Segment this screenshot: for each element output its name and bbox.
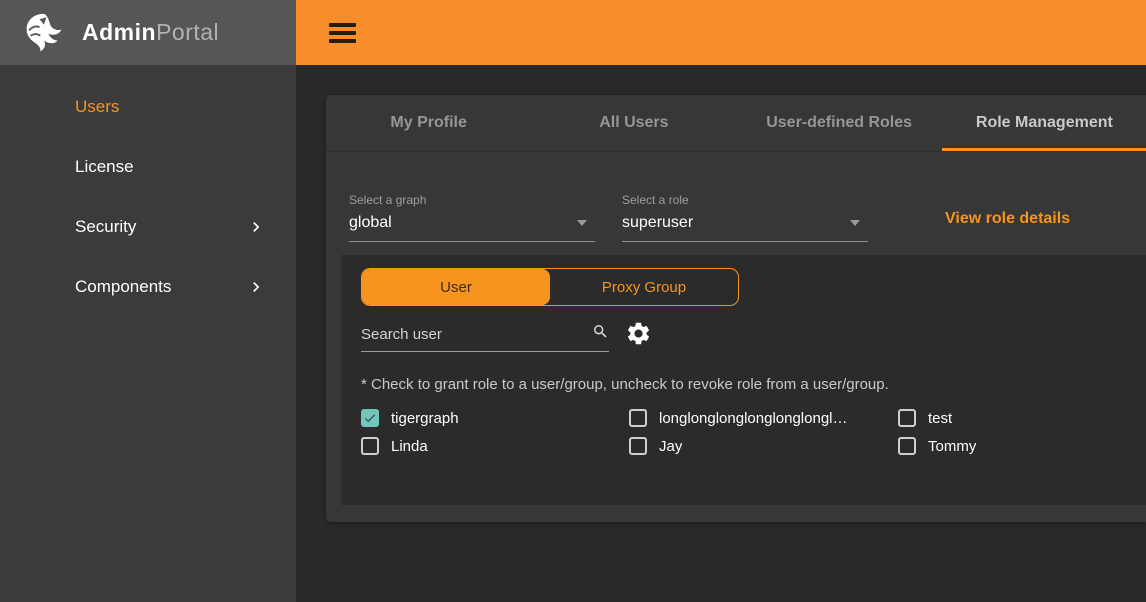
user-item-test[interactable]: test — [898, 408, 1146, 428]
graph-select-value: global — [349, 214, 392, 232]
user-item-long-name[interactable]: longlonglonglonglonglongl… — [629, 408, 898, 428]
toggle-user-label: User — [440, 279, 472, 296]
user-proxy-toggle: User Proxy Group — [361, 268, 739, 306]
user-item-label: Jay — [659, 438, 682, 455]
chevron-right-icon — [246, 217, 266, 237]
toggle-proxy-label: Proxy Group — [602, 279, 686, 296]
user-item-label: Tommy — [928, 438, 976, 455]
sidebar-item-label: Components — [75, 277, 246, 297]
user-item-tigergraph[interactable]: tigergraph — [361, 408, 629, 428]
hamburger-menu-icon[interactable] — [329, 23, 356, 43]
brand-name-light: Portal — [156, 19, 219, 45]
role-management-card: My Profile All Users User-defined Roles … — [326, 95, 1146, 522]
tab-bar: My Profile All Users User-defined Roles … — [326, 95, 1146, 152]
graph-select[interactable]: Select a graph global — [349, 193, 595, 242]
search-input[interactable] — [361, 326, 592, 343]
user-checkbox-grid: tigergraph longlonglonglonglonglongl… te… — [361, 408, 1146, 456]
tab-role-management[interactable]: Role Management — [942, 95, 1146, 151]
search-icon — [592, 323, 609, 345]
graph-select-label: Select a graph — [349, 193, 595, 207]
user-item-label: longlonglonglonglonglongl… — [659, 410, 848, 427]
role-select-value: superuser — [622, 214, 693, 232]
checkbox[interactable] — [629, 437, 647, 455]
top-bar — [296, 0, 1146, 65]
chevron-right-icon — [246, 277, 266, 297]
user-item-tommy[interactable]: Tommy — [898, 436, 1146, 456]
search-row — [361, 323, 1146, 352]
toggle-user-button[interactable]: User — [362, 269, 550, 305]
tab-all-users[interactable]: All Users — [531, 95, 736, 151]
dropdown-arrow-icon — [577, 220, 587, 226]
user-item-linda[interactable]: Linda — [361, 436, 629, 456]
sidebar-item-users[interactable]: Users — [0, 77, 296, 137]
brand-name-bold: Admin — [82, 19, 156, 45]
brand-name: AdminPortal — [82, 19, 219, 46]
search-field — [361, 323, 609, 352]
toggle-proxy-group-button[interactable]: Proxy Group — [550, 269, 738, 305]
checkbox[interactable] — [898, 409, 916, 427]
tab-my-profile[interactable]: My Profile — [326, 95, 531, 151]
user-item-label: test — [928, 410, 952, 427]
tab-label: User-defined Roles — [766, 114, 912, 132]
settings-gear-icon[interactable] — [625, 320, 652, 352]
checkbox[interactable] — [898, 437, 916, 455]
tab-label: All Users — [599, 114, 668, 132]
user-item-label: tigergraph — [391, 410, 459, 427]
tab-label: Role Management — [976, 114, 1113, 132]
app-header: AdminPortal — [0, 0, 1146, 65]
user-assignment-panel: User Proxy Group * Check to grant role t… — [341, 255, 1146, 505]
sidebar-item-license[interactable]: License — [0, 137, 296, 197]
main-content: My Profile All Users User-defined Roles … — [296, 65, 1146, 602]
sidebar-item-components[interactable]: Components — [0, 257, 296, 317]
user-item-label: Linda — [391, 438, 428, 455]
tab-label: My Profile — [390, 114, 466, 132]
checkbox[interactable] — [361, 437, 379, 455]
view-role-details-link[interactable]: View role details — [945, 210, 1070, 242]
grant-revoke-note: * Check to grant role to a user/group, u… — [361, 376, 1146, 393]
sidebar-item-label: Security — [75, 217, 246, 237]
role-select-label: Select a role — [622, 193, 868, 207]
dropdown-arrow-icon — [850, 220, 860, 226]
sidebar-item-security[interactable]: Security — [0, 197, 296, 257]
sidebar-nav: Dashboard Monitor Management Users Licen… — [0, 65, 296, 602]
tiger-logo-icon — [22, 11, 68, 55]
filter-row: Select a graph global Select a role supe… — [326, 152, 1146, 242]
tab-user-defined-roles[interactable]: User-defined Roles — [737, 95, 942, 151]
sidebar-item-label: Users — [75, 97, 266, 117]
checkbox[interactable] — [629, 409, 647, 427]
sidebar-item-label: License — [75, 157, 266, 177]
user-item-jay[interactable]: Jay — [629, 436, 898, 456]
brand-logo: AdminPortal — [0, 0, 296, 65]
checkbox[interactable] — [361, 409, 379, 427]
role-select[interactable]: Select a role superuser — [622, 193, 868, 242]
